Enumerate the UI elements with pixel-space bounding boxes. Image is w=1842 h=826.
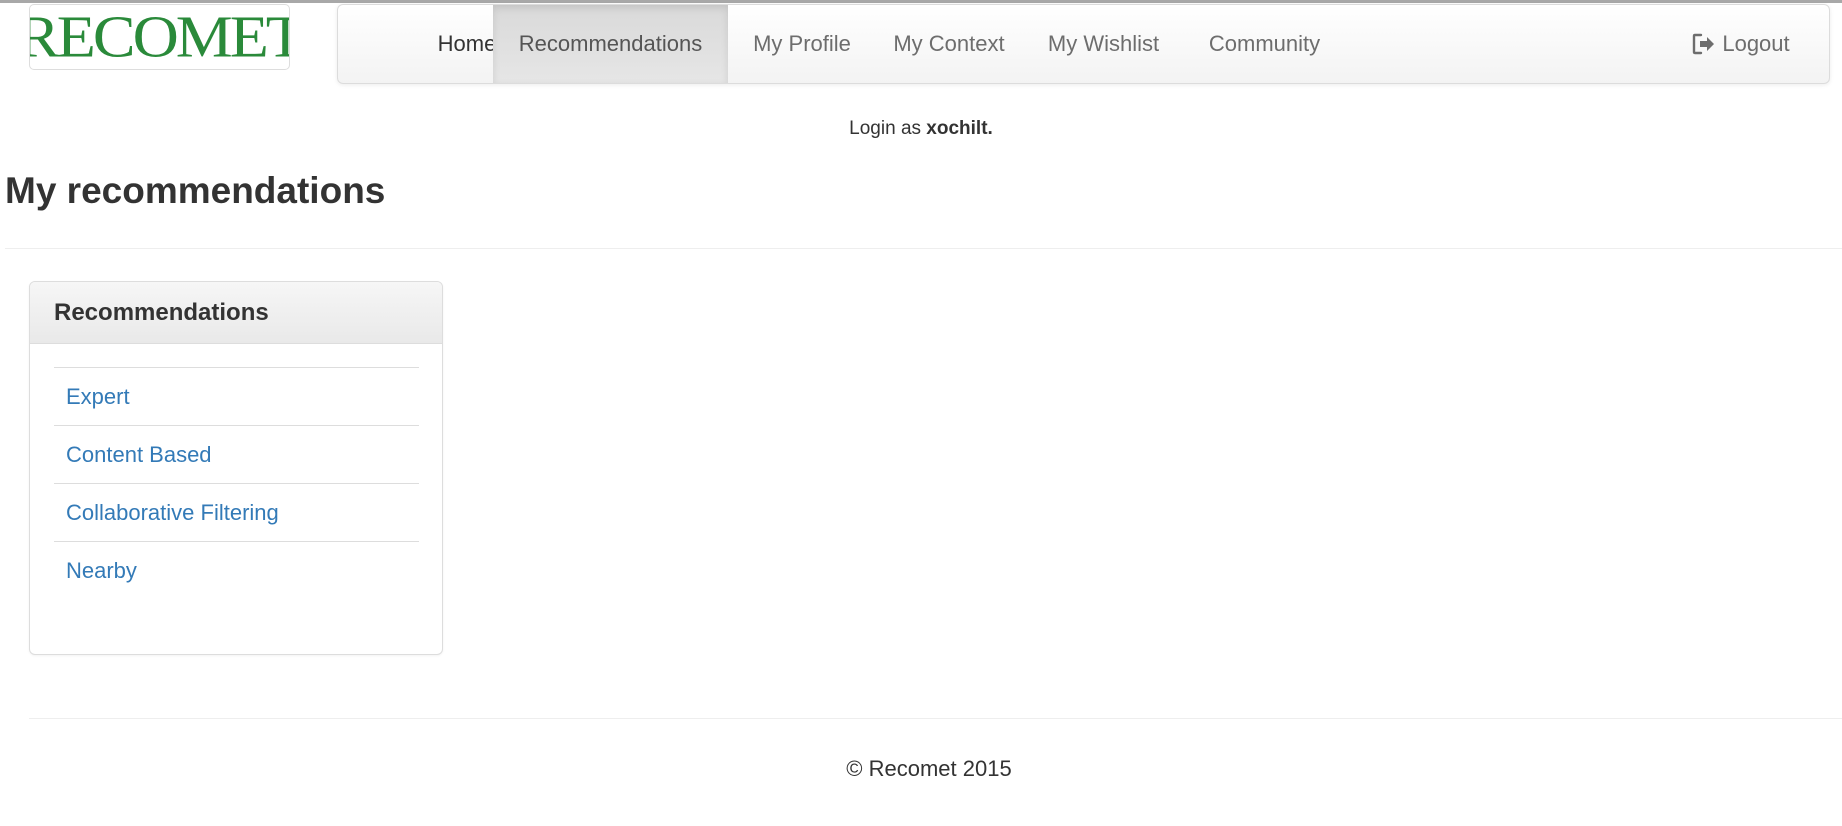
logout-icon — [1693, 33, 1715, 55]
nav-my-context[interactable]: My Context — [876, 5, 1022, 83]
nav-community[interactable]: Community — [1185, 5, 1344, 83]
panel-heading: Recommendations — [30, 282, 442, 344]
link-collaborative-filtering[interactable]: Collaborative Filtering — [54, 484, 419, 542]
footer-divider — [29, 718, 1842, 719]
login-username: xochilt. — [926, 118, 993, 139]
nav-my-wishlist[interactable]: My Wishlist — [1022, 5, 1185, 83]
recommendations-panel: Recommendations Expert Content Based Col… — [29, 281, 443, 655]
login-prefix: Login as — [849, 118, 922, 139]
link-expert[interactable]: Expert — [54, 368, 419, 426]
page-title: My recommendations — [5, 170, 386, 211]
logout-button[interactable]: Logout — [1668, 5, 1814, 83]
main-navbar: Home Recommendations My Profile My Conte… — [337, 4, 1830, 84]
nav-recommendations[interactable]: Recommendations — [493, 5, 728, 83]
link-nearby[interactable]: Nearby — [54, 542, 419, 600]
recomet-logo[interactable]: RECOMET — [29, 4, 290, 70]
title-divider — [5, 248, 1842, 249]
logout-label: Logout — [1722, 31, 1790, 56]
nav-my-profile[interactable]: My Profile — [728, 5, 876, 83]
recommendation-list: Expert Content Based Collaborative Filte… — [54, 367, 419, 600]
top-border — [0, 0, 1842, 3]
link-content-based[interactable]: Content Based — [54, 426, 419, 484]
login-status: Login as xochilt. — [0, 118, 1842, 140]
panel-body: Expert Content Based Collaborative Filte… — [30, 344, 442, 600]
footer-copyright: © Recomet 2015 — [846, 756, 1012, 781]
logo-text: RECOMET — [29, 4, 290, 70]
